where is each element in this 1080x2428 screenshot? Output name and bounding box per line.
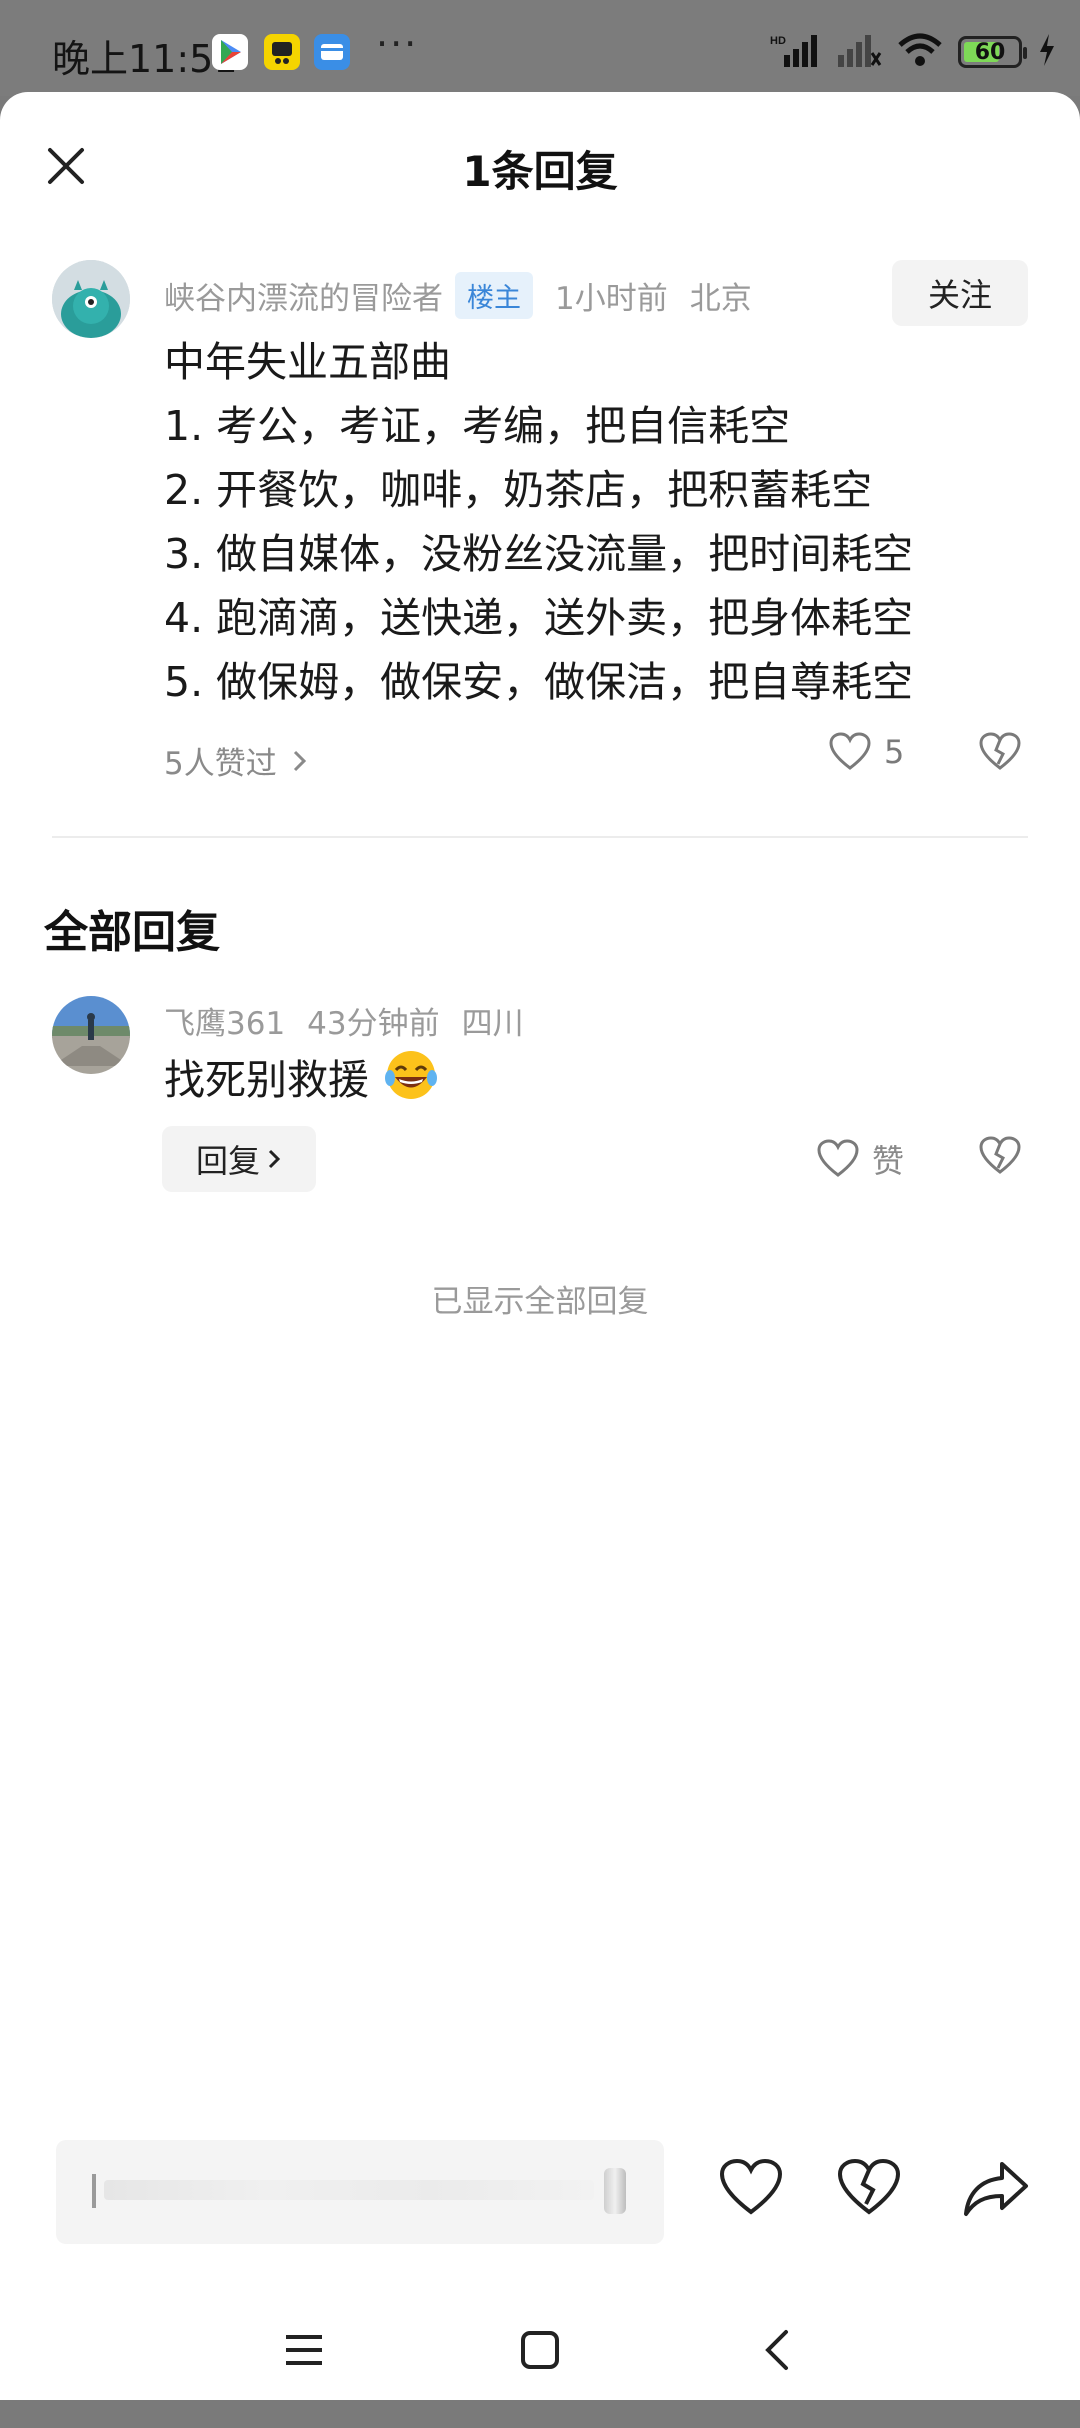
follow-button[interactable]: 关注: [892, 260, 1028, 326]
comment-content: 中年失业五部曲 1. 考公，考证，考编，把自信耗空 2. 开餐饮，咖啡，奶茶店，…: [164, 330, 913, 714]
like-button[interactable]: 5: [828, 732, 904, 772]
menu-nav-button[interactable]: [282, 2328, 326, 2376]
broken-heart-icon: [979, 732, 1021, 770]
chevron-right-icon: [293, 750, 306, 771]
likes-summary-link[interactable]: 5人赞过: [164, 738, 309, 783]
more-notifications-icon: ···: [376, 22, 419, 66]
input-caret: [92, 2174, 96, 2208]
back-icon: [765, 2330, 788, 2370]
reply-time: 43分钟前: [307, 1006, 440, 1042]
share-button[interactable]: [962, 2158, 1030, 2222]
op-badge: 楼主: [455, 272, 533, 319]
comment-line: 4. 跑滴滴，送快递，送外卖，把身体耗空: [164, 594, 914, 642]
dislike-button[interactable]: [836, 2158, 902, 2222]
app-icon: [264, 34, 300, 70]
section-title: 全部回复: [44, 907, 220, 958]
like-button[interactable]: 赞: [816, 1136, 904, 1182]
input-scroll-thumb: [604, 2168, 626, 2214]
home-nav-button[interactable]: [518, 2328, 562, 2376]
author-name[interactable]: 峡谷内漂流的冒险者: [164, 273, 443, 318]
comment-location: 北京: [689, 281, 752, 317]
laughing-emoji-icon: [369, 1051, 440, 1104]
heart-icon: [829, 732, 871, 770]
battery-level: 60: [974, 39, 1006, 65]
like-button[interactable]: [718, 2158, 784, 2222]
like-label: 赞: [872, 1142, 905, 1180]
dislike-button[interactable]: [978, 732, 1022, 772]
reply-location: 四川: [461, 1006, 524, 1042]
home-square-icon: [521, 2331, 559, 2369]
broken-heart-icon: [979, 1136, 1021, 1174]
comment-meta: 峡谷内漂流的冒险者 楼主 1小时前 北京: [164, 272, 752, 319]
back-nav-button[interactable]: [756, 2328, 800, 2376]
reply-label: 回复: [195, 1142, 260, 1180]
charging-icon: [1038, 34, 1056, 70]
heart-icon: [719, 2158, 783, 2215]
input-placeholder-blur: [104, 2180, 594, 2200]
wifi-icon: [898, 33, 942, 71]
likes-summary: 5人赞过: [164, 746, 277, 782]
signal-icon-2: [836, 33, 882, 71]
avatar[interactable]: [52, 996, 130, 1074]
system-nav-bar: [0, 2298, 1080, 2428]
dislike-button[interactable]: [978, 1136, 1022, 1176]
battery-icon: 60: [958, 36, 1027, 68]
svg-text:HD: HD: [770, 35, 786, 47]
message-icon: [314, 34, 350, 70]
comment-line: 中年失业五部曲: [164, 338, 451, 386]
like-count: 5: [884, 733, 905, 771]
comment-time: 1小时前: [555, 281, 668, 317]
avatar[interactable]: [52, 260, 130, 338]
chevron-right-icon: [268, 1149, 281, 1169]
heart-icon: [817, 1139, 859, 1177]
comment-line: 3. 做自媒体，没粉丝没流量，把时间耗空: [164, 530, 914, 578]
status-time: 晚上11:51: [52, 37, 238, 81]
all-shown-text: 已显示全部回复: [431, 1284, 649, 1320]
broken-heart-icon: [837, 2158, 901, 2215]
signal-icon: HD: [770, 33, 820, 71]
reply-text: 找死别救援: [164, 1056, 369, 1104]
reply-button[interactable]: 回复: [162, 1126, 316, 1192]
reply-input[interactable]: [56, 2140, 664, 2244]
author-name[interactable]: 飞鹰361: [164, 998, 285, 1043]
page-title: 1条回复: [462, 147, 618, 196]
comment-line: 2. 开餐饮，咖啡，奶茶店，把积蓄耗空: [164, 466, 873, 514]
comment-line: 5. 做保姆，做保安，做保洁，把自尊耗空: [164, 658, 914, 706]
reply-meta: 飞鹰361 43分钟前 四川: [164, 998, 524, 1043]
menu-icon: [286, 2335, 322, 2365]
reply-content: 找死别救援: [164, 1048, 440, 1112]
divider: [52, 836, 1028, 838]
replies-sheet: 1条回复 峡谷内漂流的冒险者 楼主 1小时前 北京 关注 中年失业五部曲 1. …: [0, 92, 1080, 2400]
comment-line: 1. 考公，考证，考编，把自信耗空: [164, 402, 791, 450]
status-bar: 晚上11:51 ··· HD 60: [0, 0, 1080, 96]
play-store-icon: [212, 34, 248, 70]
bottom-action-bar: [0, 2128, 1080, 2268]
share-icon: [964, 2162, 1028, 2216]
